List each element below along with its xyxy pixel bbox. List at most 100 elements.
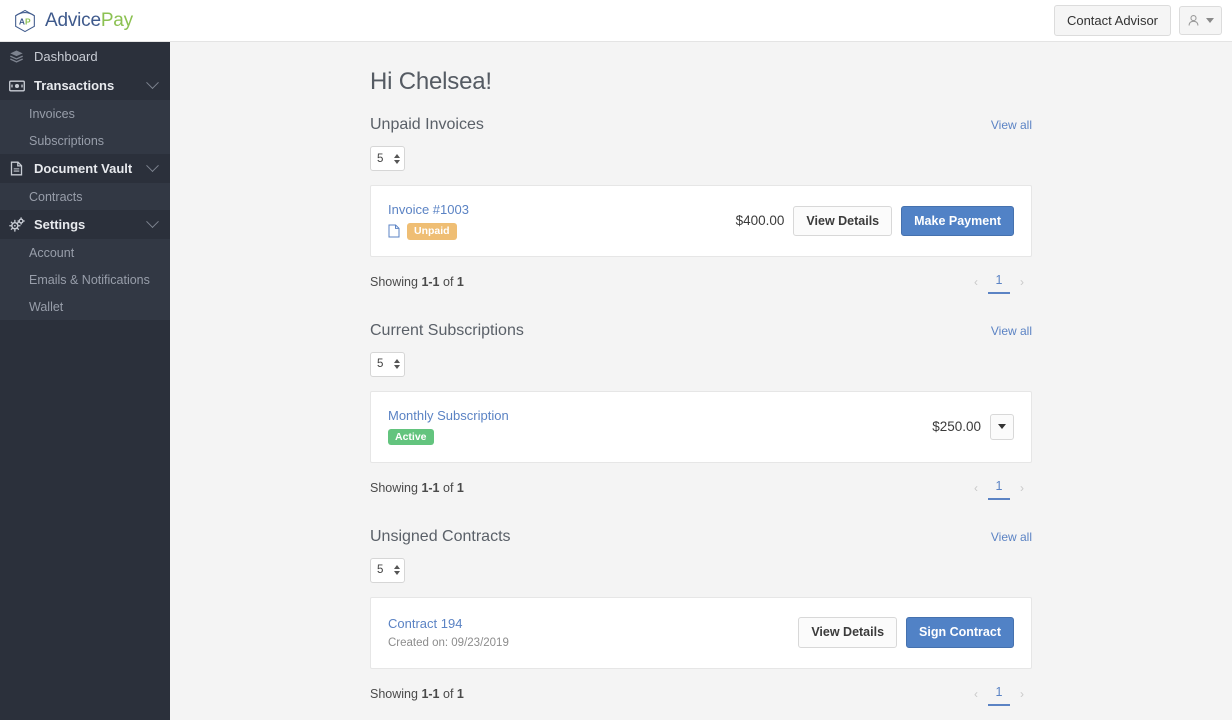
chevron-down-icon [1206, 18, 1214, 23]
brand-advice-text: Advice [45, 9, 101, 31]
page-size-select-subscriptions[interactable]: 5 [370, 351, 405, 377]
svg-text:A: A [19, 16, 25, 26]
pagination-page-1[interactable]: 1 [988, 271, 1010, 294]
pagination-next-icon[interactable]: › [1012, 271, 1032, 293]
sidebar-item-document-vault[interactable]: Document Vault [0, 154, 170, 183]
showing-mid: of [439, 275, 457, 289]
caret-down-icon [998, 424, 1006, 429]
sidebar-item-dashboard[interactable]: Dashboard [0, 42, 170, 71]
subscription-card: Monthly Subscription Active $250.00 [370, 390, 1032, 463]
page-size-select-invoices[interactable]: 5 [370, 146, 405, 171]
showing-count: Showing 1-1 of 1 [370, 275, 464, 289]
sidebar-subgroup-settings: Account Emails & Notifications Wallet [0, 239, 170, 320]
section-current-subscriptions: Current Subscriptions View all 5 Monthly… [370, 322, 1032, 500]
page-title: Hi Chelsea! [370, 68, 492, 95]
pagination-contracts: ‹ 1 › [966, 683, 1032, 706]
pagination-subscriptions: ‹ 1 › [966, 477, 1032, 500]
status-badge: Active [388, 428, 434, 446]
sidebar-item-account[interactable]: Account [0, 239, 170, 266]
sidebar-item-contracts[interactable]: Contracts [0, 183, 170, 210]
contact-advisor-button[interactable]: Contact Advisor [1053, 5, 1171, 36]
advicepay-hexagon-logo: A P [15, 9, 35, 32]
sidebar-subgroup-transactions: Invoices Subscriptions [0, 100, 170, 154]
spinner-arrows-icon [394, 153, 400, 164]
spinner-arrows-icon [394, 359, 400, 369]
status-badge: Unpaid [407, 223, 457, 240]
brand-pay-text: Pay [100, 9, 133, 31]
view-details-button[interactable]: View Details [798, 617, 898, 648]
showing-mid: of [439, 481, 457, 495]
contract-actions: View Details Sign Contract [798, 617, 1014, 648]
contract-info: Contract 194 Created on: 09/23/2019 [388, 616, 509, 649]
money-bill-icon [8, 79, 25, 93]
sidebar-item-label: Dashboard [34, 49, 98, 64]
section-unpaid-invoices: Unpaid Invoices View all 5 Invoice #1003 [370, 116, 1032, 294]
sidebar-item-subscriptions[interactable]: Subscriptions [0, 127, 170, 154]
section-header: Unpaid Invoices View all [370, 116, 1032, 134]
subscription-amount: $250.00 [932, 419, 981, 434]
showing-total: 1 [456, 687, 464, 701]
contracts-footer: Showing 1-1 of 1 ‹ 1 › [370, 683, 1032, 706]
view-all-invoices-link[interactable]: View all [991, 118, 1032, 132]
sidebar-item-wallet[interactable]: Wallet [0, 293, 170, 320]
invoice-meta: Unpaid [388, 223, 469, 240]
invoice-card: Invoice #1003 Unpaid $400.00 View Detail… [370, 185, 1032, 257]
subscription-actions: $250.00 [932, 413, 1014, 440]
brand-wordmark: AdvicePay [45, 10, 133, 32]
make-payment-button[interactable]: Make Payment [901, 205, 1014, 236]
section-header: Current Subscriptions View all [370, 322, 1032, 340]
pagination-next-icon[interactable]: › [1012, 477, 1032, 499]
sidebar-item-invoices[interactable]: Invoices [0, 100, 170, 127]
invoice-amount: $400.00 [735, 213, 785, 229]
showing-total: 1 [456, 481, 464, 495]
sidebar-subgroup-document-vault: Contracts [0, 183, 170, 210]
subscription-title-link[interactable]: Monthly Subscription [388, 408, 509, 423]
showing-prefix: Showing [370, 481, 422, 495]
sidebar-item-settings[interactable]: Settings [0, 210, 170, 239]
pagination-prev-icon[interactable]: ‹ [966, 271, 986, 293]
sidebar-item-transactions[interactable]: Transactions [0, 71, 170, 100]
subscription-info: Monthly Subscription Active [388, 408, 509, 446]
contract-title-link[interactable]: Contract 194 [388, 616, 509, 631]
pagination-page-1[interactable]: 1 [988, 477, 1010, 500]
brand-logo[interactable]: A P AdvicePay [12, 8, 133, 34]
showing-prefix: Showing [370, 275, 422, 289]
showing-range: 1-1 [421, 687, 440, 701]
invoice-title-link[interactable]: Invoice #1003 [388, 202, 469, 217]
subscription-menu-button[interactable] [990, 413, 1014, 440]
sidebar-item-emails-notifications[interactable]: Emails & Notifications [0, 266, 170, 293]
page-size-value: 5 [377, 152, 384, 165]
section-unsigned-contracts: Unsigned Contracts View all 5 Contract 1… [370, 528, 1032, 706]
section-title: Unsigned Contracts [370, 527, 511, 545]
spinner-arrows-icon [394, 565, 400, 575]
showing-total: 1 [456, 275, 464, 289]
top-header: A P AdvicePay Contact Advisor [0, 0, 1232, 42]
sidebar-nav: Dashboard Transactions Invoices Subscrip… [0, 42, 170, 720]
invoices-footer: Showing 1-1 of 1 ‹ 1 › [370, 271, 1032, 294]
page-size-value: 5 [377, 564, 384, 576]
invoice-info: Invoice #1003 Unpaid [388, 202, 469, 240]
content-column: Hi Chelsea! Unpaid Invoices View all 5 I… [370, 42, 1032, 706]
showing-prefix: Showing [370, 687, 422, 701]
pagination-next-icon[interactable]: › [1012, 683, 1032, 705]
header-actions: Contact Advisor [1053, 5, 1222, 36]
user-icon [1188, 15, 1199, 26]
contract-created-date: Created on: 09/23/2019 [388, 637, 509, 649]
chevron-down-icon [146, 76, 159, 90]
view-all-contracts-link[interactable]: View all [991, 530, 1032, 544]
view-all-subscriptions-link[interactable]: View all [991, 324, 1032, 338]
pagination-prev-icon[interactable]: ‹ [966, 683, 986, 705]
file-icon [388, 224, 400, 238]
user-menu-button[interactable] [1179, 6, 1222, 35]
showing-range: 1-1 [421, 275, 440, 289]
pagination-prev-icon[interactable]: ‹ [966, 477, 986, 499]
document-icon [8, 161, 25, 176]
layers-icon [8, 49, 25, 64]
sidebar-item-label: Document Vault [34, 161, 133, 176]
pagination-page-1[interactable]: 1 [988, 683, 1010, 706]
sign-contract-button[interactable]: Sign Contract [906, 617, 1014, 648]
page-size-select-contracts[interactable]: 5 [370, 557, 405, 583]
view-details-button[interactable]: View Details [793, 205, 893, 236]
app-root: A P AdvicePay Contact Advisor Dashboard … [0, 0, 1232, 720]
chevron-down-icon [146, 215, 159, 229]
